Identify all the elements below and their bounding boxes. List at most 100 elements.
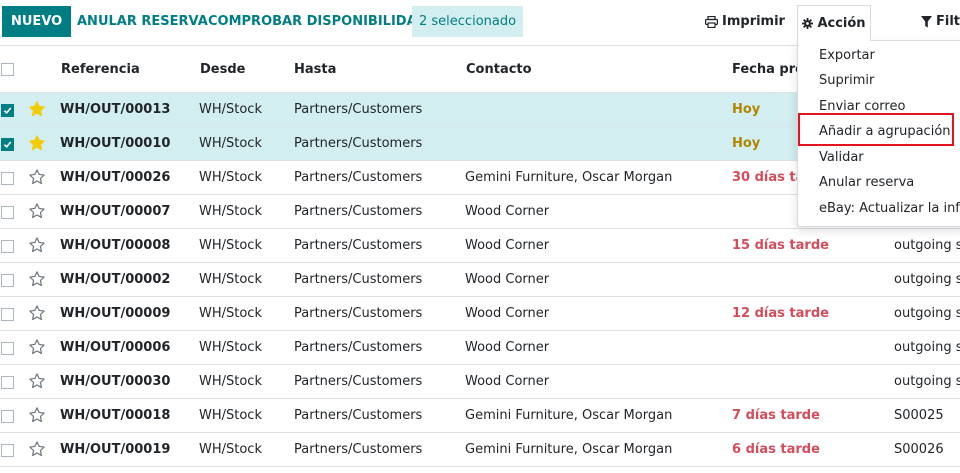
reference-cell: WH/OUT/00018	[60, 408, 171, 423]
row-checkbox[interactable]	[1, 308, 14, 321]
from-cell: WH/Stock	[199, 204, 262, 219]
scheduled-date-cell: 6 días tarde	[732, 442, 820, 457]
print-button[interactable]: Imprimir	[705, 6, 785, 37]
new-button[interactable]: NUEVO	[2, 6, 72, 37]
to-cell: Partners/Customers	[294, 170, 423, 185]
reference-cell: WH/OUT/00007	[60, 204, 171, 219]
table-row[interactable]: WH/OUT/00008 WH/Stock Partners/Customers Wo…	[0, 229, 960, 263]
print-icon	[705, 15, 718, 28]
to-cell: Partners/Customers	[294, 102, 423, 117]
to-cell: Partners/Customers	[294, 272, 423, 287]
contact-cell: Gemini Furniture, Oscar Morgan	[465, 442, 673, 457]
from-cell: WH/Stock	[199, 340, 262, 355]
from-cell: WH/Stock	[199, 306, 262, 321]
star-outline-icon[interactable]	[28, 440, 46, 458]
to-cell: Partners/Customers	[294, 136, 423, 151]
scheduled-date-cell: Hoy	[732, 102, 761, 117]
row-checkbox[interactable]	[1, 342, 14, 355]
star-outline-icon[interactable]	[28, 372, 46, 390]
reference-cell: WH/OUT/00013	[60, 102, 171, 117]
to-cell: Partners/Customers	[294, 374, 423, 389]
row-checkbox[interactable]	[1, 444, 14, 457]
column-from[interactable]: Desde	[200, 46, 245, 93]
origin-cell: outgoing sh	[894, 238, 960, 253]
from-cell: WH/Stock	[199, 408, 262, 423]
from-cell: WH/Stock	[199, 136, 262, 151]
check-availability-button[interactable]: COMPROBAR DISPONIBILIDAD	[208, 6, 427, 37]
origin-cell: outgoing sh	[894, 306, 960, 321]
origin-cell: outgoing sh	[894, 374, 960, 389]
action-label: Acción	[817, 16, 866, 31]
to-cell: Partners/Customers	[294, 204, 423, 219]
filters-button[interactable]: Filtr	[921, 6, 960, 37]
to-cell: Partners/Customers	[294, 306, 423, 321]
reference-cell: WH/OUT/00010	[60, 136, 171, 151]
row-checkbox[interactable]	[1, 138, 14, 151]
contact-cell: Gemini Furniture, Oscar Morgan	[465, 408, 673, 423]
origin-cell: outgoing sh	[894, 340, 960, 355]
table-row[interactable]: WH/OUT/00018 WH/Stock Partners/Customers Ge…	[0, 399, 960, 433]
table-row[interactable]: WH/OUT/00002 WH/Stock Partners/Customers Wo…	[0, 263, 960, 297]
star-outline-icon[interactable]	[28, 236, 46, 254]
row-checkbox[interactable]	[1, 410, 14, 423]
to-cell: Partners/Customers	[294, 442, 423, 457]
action-menu-item[interactable]: Exportar	[798, 44, 960, 68]
star-outline-icon[interactable]	[28, 270, 46, 288]
contact-cell: Wood Corner	[465, 238, 550, 253]
column-to[interactable]: Hasta	[294, 46, 336, 93]
star-outline-icon[interactable]	[28, 168, 46, 186]
from-cell: WH/Stock	[199, 374, 262, 389]
selected-count-badge[interactable]: 2 seleccionado	[412, 6, 524, 37]
scheduled-date-cell: Hoy	[732, 136, 761, 151]
scheduled-date-cell: 7 días tarde	[732, 408, 820, 423]
origin-cell: S00025	[894, 408, 944, 423]
to-cell: Partners/Customers	[294, 408, 423, 423]
contact-cell: Wood Corner	[465, 204, 550, 219]
table-row[interactable]: WH/OUT/00009 WH/Stock Partners/Customers Wo…	[0, 297, 960, 331]
reference-cell: WH/OUT/00019	[60, 442, 171, 457]
action-menu-item[interactable]: Anular reserva	[798, 171, 960, 195]
select-all-checkbox[interactable]	[1, 63, 14, 76]
table-row[interactable]: WH/OUT/00019 WH/Stock Partners/Customers Ge…	[0, 433, 960, 467]
row-checkbox[interactable]	[1, 274, 14, 287]
table-row[interactable]: WH/OUT/00030 WH/Stock Partners/Customers Wo…	[0, 365, 960, 399]
reference-cell: WH/OUT/00008	[60, 238, 171, 253]
column-contact[interactable]: Contacto	[466, 46, 532, 93]
star-outline-icon[interactable]	[28, 406, 46, 424]
unreserve-button[interactable]: ANULAR RESERVA	[77, 6, 208, 37]
contact-cell: Wood Corner	[465, 340, 550, 355]
star-outline-icon[interactable]	[28, 338, 46, 356]
row-checkbox[interactable]	[1, 240, 14, 253]
filters-label: Filtr	[936, 14, 960, 29]
scheduled-date-cell: 15 días tarde	[732, 238, 829, 253]
origin-cell: S00026	[894, 442, 944, 457]
reference-cell: WH/OUT/00006	[60, 340, 171, 355]
from-cell: WH/Stock	[199, 238, 262, 253]
action-button[interactable]: Acción	[797, 5, 871, 41]
from-cell: WH/Stock	[199, 170, 262, 185]
print-label: Imprimir	[722, 14, 785, 29]
reference-cell: WH/OUT/00002	[60, 272, 171, 287]
star-filled-icon[interactable]	[28, 100, 46, 118]
from-cell: WH/Stock	[199, 442, 262, 457]
origin-cell: outgoing sh	[894, 272, 960, 287]
row-checkbox[interactable]	[1, 172, 14, 185]
column-reference[interactable]: Referencia	[61, 46, 140, 93]
row-checkbox[interactable]	[1, 376, 14, 389]
row-checkbox[interactable]	[1, 104, 14, 117]
row-checkbox[interactable]	[1, 206, 14, 219]
contact-cell: Wood Corner	[465, 306, 550, 321]
action-menu-item[interactable]: eBay: Actualizar la inform	[798, 197, 960, 221]
table-row[interactable]: WH/OUT/00006 WH/Stock Partners/Customers Wo…	[0, 331, 960, 365]
star-outline-icon[interactable]	[28, 202, 46, 220]
action-menu-item[interactable]: Suprimir	[798, 69, 960, 93]
highlight-box	[798, 113, 954, 146]
from-cell: WH/Stock	[199, 272, 262, 287]
contact-cell: Wood Corner	[465, 272, 550, 287]
reference-cell: WH/OUT/00009	[60, 306, 171, 321]
from-cell: WH/Stock	[199, 102, 262, 117]
star-filled-icon[interactable]	[28, 134, 46, 152]
star-outline-icon[interactable]	[28, 304, 46, 322]
contact-cell: Wood Corner	[465, 374, 550, 389]
action-menu-item[interactable]: Validar	[798, 146, 960, 170]
